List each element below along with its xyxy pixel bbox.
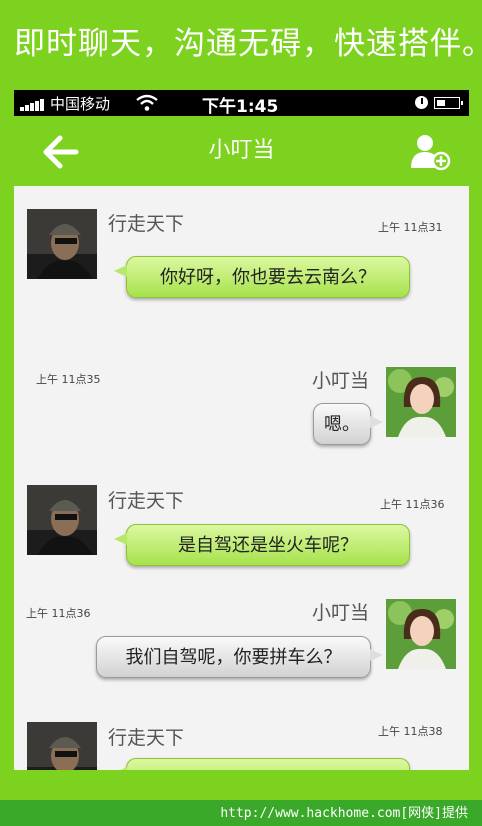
sender-name: 小叮当 [312,370,370,392]
message-time: 上午 11点36 [26,607,91,620]
phone-screen: 中国移动 下午1:45 小叮当 行走天下 上午 11点31 你好呀，你也要去云南… [14,90,469,770]
clock-icon [415,96,428,109]
avatar-male[interactable] [27,485,97,555]
sender-name: 小叮当 [312,602,370,624]
page-title: 小叮当 [208,138,275,163]
message-bubble-received[interactable]: 是自驾还是坐火车呢？ [114,524,410,566]
message-bubble-sent[interactable]: 嗯。 [313,403,383,445]
message-time: 上午 11点36 [380,498,445,511]
sender-name: 行走天下 [108,727,185,749]
carrier-label: 中国移动 [50,95,111,113]
add-user-icon[interactable] [410,132,452,172]
message-bubble-received[interactable] [114,758,410,770]
wifi-icon [136,94,158,111]
status-bar: 中国移动 下午1:45 [14,90,469,117]
avatar-male[interactable] [27,209,97,279]
message-time: 上午 11点38 [378,725,443,738]
message-time: 上午 11点31 [378,221,443,234]
sender-name: 行走天下 [108,213,185,235]
message-time: 上午 11点35 [36,373,101,386]
status-time: 下午1:45 [202,97,279,117]
sender-name: 行走天下 [108,490,185,512]
watermark-text: http://www.hackhome.com[网侠]提供 [220,806,468,821]
promo-banner: 即时聊天，沟通无碍，快速搭伴。 [14,26,482,62]
signal-bars-icon [20,98,46,111]
battery-icon [434,97,463,109]
footer-bar: http://www.hackhome.com[网侠]提供 [0,800,482,826]
message-bubble-received[interactable]: 你好呀，你也要去云南么？ [114,256,410,298]
avatar-female[interactable] [386,599,456,669]
avatar-male[interactable] [27,722,97,770]
nav-bar: 小叮当 [14,116,469,186]
message-bubble-sent[interactable]: 我们自驾呢，你要拼车么？ [96,636,383,678]
avatar-female[interactable] [386,367,456,437]
